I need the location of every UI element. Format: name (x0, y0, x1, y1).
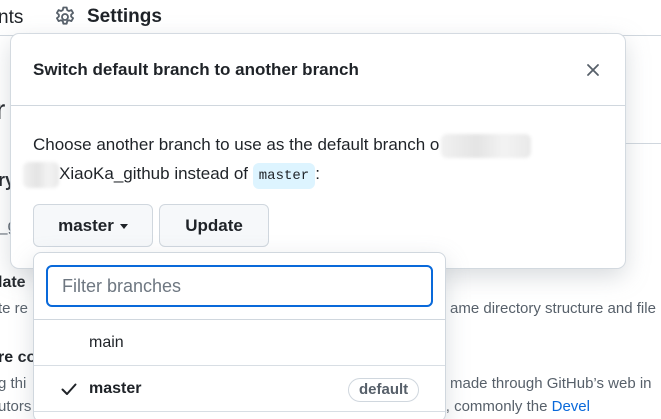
branch-item-master[interactable]: master default (34, 366, 445, 412)
branch-name: main (89, 333, 124, 351)
template-desc-fragment-right: ame directory structure and file (450, 300, 656, 317)
template-heading-fragment: late (0, 274, 26, 291)
template-desc-fragment: te re (0, 300, 29, 317)
close-icon (587, 64, 599, 76)
nav-tab-settings[interactable]: Settings (53, 5, 162, 29)
page-heading-fragment: r (0, 94, 6, 125)
signoff-desc-fragment-right: made through GitHub’s web in (450, 375, 652, 392)
switch-default-branch-dialog: Switch default branch to another branch … (11, 34, 625, 268)
dialog-title: Switch default branch to another branch (33, 59, 359, 79)
filter-section (34, 253, 445, 320)
dialog-description-line2: XiaoKa_github instead of master: (23, 159, 603, 189)
gear-icon (56, 6, 74, 25)
redacted-owner-prefix (23, 161, 59, 188)
description-suffix: : (315, 164, 320, 183)
dialog-header: Switch default branch to another branch (11, 34, 625, 106)
branch-select-button[interactable]: master (33, 204, 153, 247)
description-repo: XiaoKa_github instead of (59, 164, 253, 183)
dialog-description: Choose another branch to use as the defa… (33, 130, 603, 159)
nav-tab-previous[interactable]: nts (0, 7, 23, 29)
description-prefix: Choose another branch to use as the defa… (33, 135, 440, 154)
section-divider (625, 143, 661, 144)
signoff-desc-fragment: g thi (0, 375, 27, 392)
dialog-body: Choose another branch to use as the defa… (11, 106, 625, 189)
check-icon (61, 383, 77, 395)
caret-down-icon (119, 224, 128, 229)
filter-branches-input[interactable] (46, 265, 433, 307)
current-branch-code: master (252, 163, 316, 189)
close-button[interactable] (583, 60, 603, 80)
branch-select-label: master (58, 215, 114, 235)
update-button[interactable]: Update (159, 204, 269, 247)
default-badge: default (348, 378, 420, 402)
developer-certificate-link[interactable]: Devel (552, 398, 590, 415)
repo-nav: nts Settings (0, 0, 661, 36)
dialog-actions: master Update (33, 204, 269, 247)
branch-name: master (89, 379, 142, 397)
settings-label: Settings (87, 6, 162, 27)
branch-item-main[interactable]: main (34, 320, 445, 366)
signoff-heading-fragment: re co (0, 349, 37, 366)
branch-selector-menu: main master default (33, 252, 446, 419)
redacted-owner-block (441, 133, 532, 158)
